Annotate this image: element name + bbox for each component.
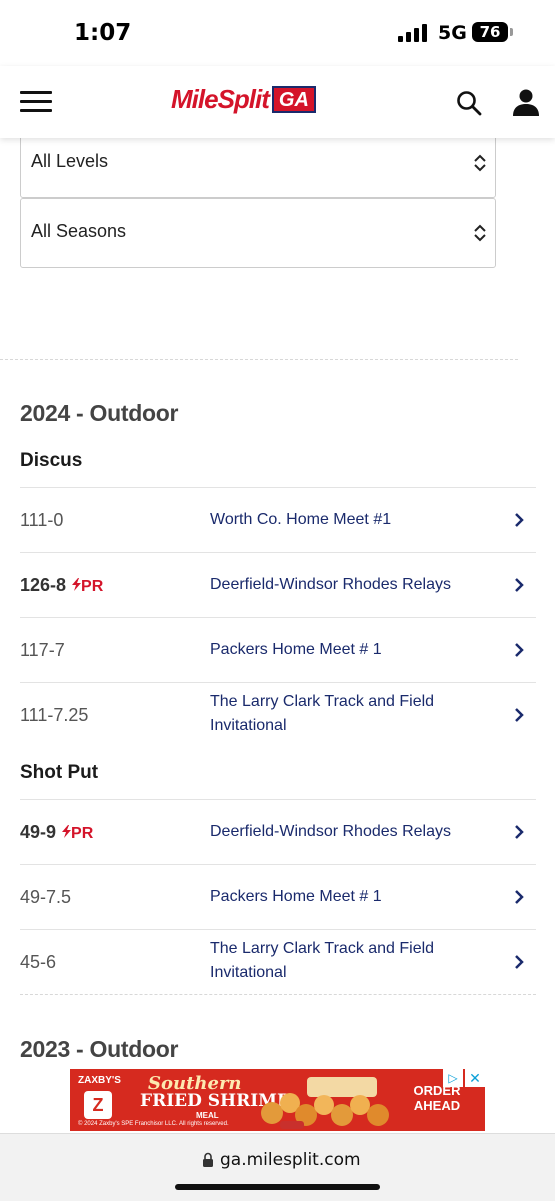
battery-icon: 76 — [472, 22, 508, 42]
result-mark: 126-8 PR — [20, 575, 103, 596]
section-divider — [0, 359, 518, 360]
result-mark-value: 126-8 — [20, 575, 67, 595]
result-mark-value: 49-9 — [20, 822, 57, 842]
ad-brand: ZAXBY'S — [78, 1075, 121, 1086]
meet-link[interactable]: Worth Co. Home Meet #1 — [210, 508, 480, 532]
chevron-right-icon[interactable] — [512, 642, 526, 658]
section-divider — [20, 994, 536, 995]
event-title-discus: Discus — [20, 450, 83, 471]
user-account-icon[interactable] — [512, 88, 540, 116]
logo-badge: GA — [271, 85, 316, 113]
ad-banner[interactable]: ZAXBY'S Z Southern FRIED SHRIMP MEAL © 2… — [70, 1069, 485, 1131]
chevron-right-icon[interactable] — [512, 512, 526, 528]
result-row[interactable]: 126-8 PR Deerfield-Windsor Rhodes Relays — [20, 552, 536, 617]
signal-icon — [398, 24, 427, 42]
pr-label: PR — [71, 825, 94, 842]
hamburger-menu-icon[interactable] — [20, 91, 52, 113]
browser-url-bar[interactable]: ga.milesplit.com — [0, 1133, 555, 1201]
meet-link[interactable]: Packers Home Meet # 1 — [210, 638, 480, 662]
logo-text: MileSplit — [171, 83, 270, 114]
result-row[interactable]: 117-7 Packers Home Meet # 1 — [20, 617, 536, 682]
result-row[interactable]: 45-6 The Larry Clark Track and Field Inv… — [20, 929, 536, 994]
level-select[interactable]: All Levels — [20, 128, 496, 198]
lock-icon — [203, 1152, 213, 1167]
shrimp-food-image — [261, 1077, 389, 1129]
meet-link[interactable]: Deerfield-Windsor Rhodes Relays — [210, 820, 480, 844]
search-icon[interactable] — [456, 90, 482, 116]
result-row[interactable]: 49-7.5 Packers Home Meet # 1 — [20, 864, 536, 929]
result-mark: 49-9 PR — [20, 822, 93, 843]
battery-nub — [510, 28, 513, 36]
select-chevrons-icon — [474, 224, 486, 242]
lightning-icon — [72, 578, 82, 591]
milesplit-logo[interactable]: MileSplit GA — [171, 84, 316, 114]
select-chevrons-icon — [474, 154, 486, 172]
chevron-right-icon[interactable] — [512, 889, 526, 905]
home-indicator[interactable] — [175, 1184, 380, 1190]
network-type: 5G — [438, 22, 467, 44]
season-title: 2023 - Outdoor — [20, 1036, 179, 1062]
lightning-icon — [62, 825, 72, 838]
chevron-right-icon[interactable] — [512, 954, 526, 970]
ad-headline-3: MEAL — [196, 1111, 219, 1120]
status-time: 1:07 — [74, 20, 132, 46]
pr-badge: PR — [72, 578, 103, 595]
season-select[interactable]: All Seasons — [20, 198, 496, 268]
result-row[interactable]: 111-7.25 The Larry Clark Track and Field… — [20, 682, 536, 747]
result-row[interactable]: 111-0 Worth Co. Home Meet #1 — [20, 487, 536, 552]
ad-fine-print: © 2024 Zaxby's SPE Franchisor LLC. All r… — [78, 1121, 229, 1127]
result-mark: 45-6 — [20, 952, 57, 972]
meet-link[interactable]: Deerfield-Windsor Rhodes Relays — [210, 573, 480, 597]
ad-cta[interactable]: ORDER AHEAD — [405, 1083, 469, 1113]
meet-link[interactable]: The Larry Clark Track and Field Invitati… — [210, 690, 480, 738]
status-bar: 1:07 5G 76 — [0, 0, 555, 66]
season-select-value: All Seasons — [31, 221, 127, 241]
pr-badge: PR — [62, 825, 93, 842]
pr-label: PR — [81, 578, 104, 595]
close-icon[interactable]: ✕ — [465, 1069, 485, 1087]
url-text[interactable]: ga.milesplit.com — [220, 1150, 361, 1170]
zaxbys-logo-icon: Z — [84, 1091, 112, 1119]
chevron-right-icon[interactable] — [512, 824, 526, 840]
site-header: MileSplit GA — [0, 66, 555, 138]
meet-link[interactable]: Packers Home Meet # 1 — [210, 885, 480, 909]
chevron-right-icon[interactable] — [512, 707, 526, 723]
result-mark: 49-7.5 — [20, 887, 72, 907]
adchoices-icon[interactable]: ▷ — [443, 1069, 463, 1087]
chevron-right-icon[interactable] — [512, 577, 526, 593]
event-title-shot-put: Shot Put — [20, 762, 99, 783]
result-mark: 111-0 — [20, 510, 64, 530]
level-select-value: All Levels — [31, 151, 109, 171]
result-mark: 117-7 — [20, 640, 65, 660]
result-row[interactable]: 49-9 PR Deerfield-Windsor Rhodes Relays — [20, 799, 536, 864]
result-mark: 111-7.25 — [20, 705, 89, 725]
season-title: 2024 - Outdoor — [20, 400, 179, 426]
meet-link[interactable]: The Larry Clark Track and Field Invitati… — [210, 937, 480, 985]
